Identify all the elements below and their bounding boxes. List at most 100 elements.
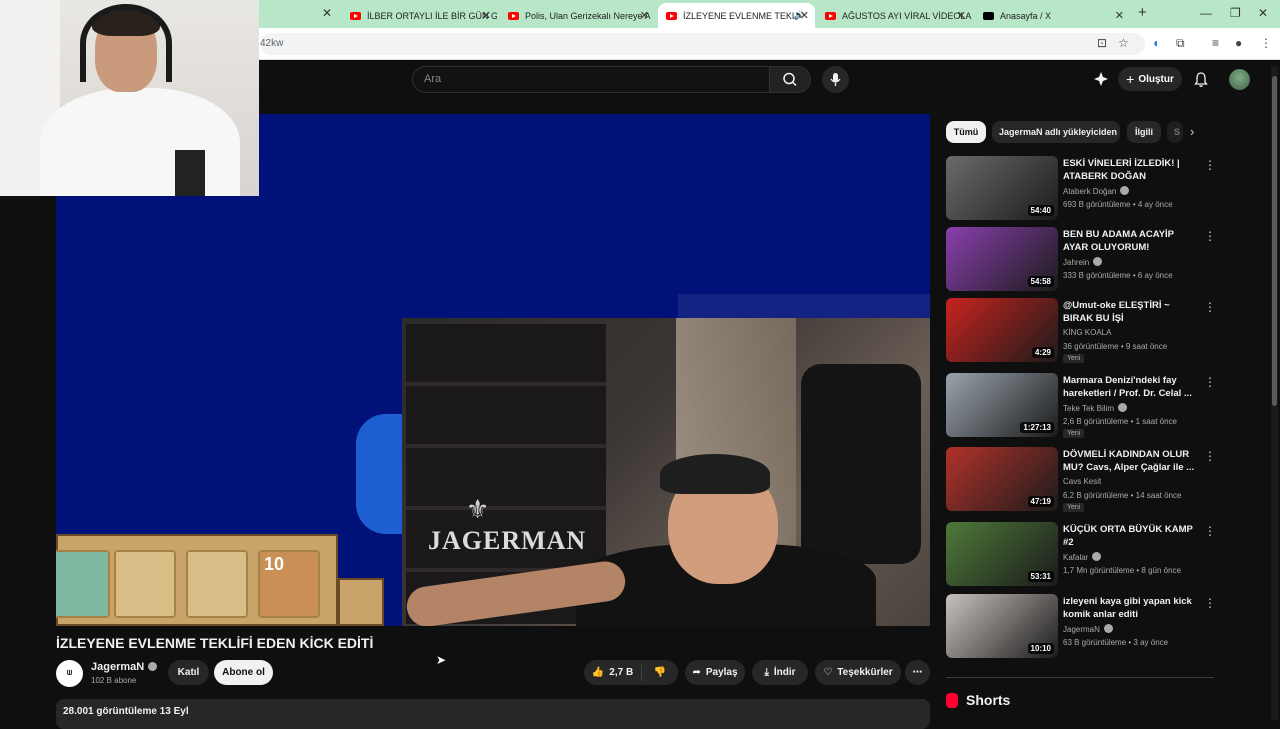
recommendation-item[interactable]: 54:58 BEN BU ADAMA ACAYİP AYAR OLUYORUM! … [946,227,1216,295]
recommendation-title[interactable]: izleyeni kaya gibi yapan kick komik anla… [1063,595,1198,621]
recommendation-title[interactable]: BEN BU ADAMA ACAYİP AYAR OLUYORUM! @Ebon… [1063,228,1198,255]
video-thumbnail[interactable]: 54:58 [946,227,1058,291]
youtube-icon [508,11,519,20]
dislike-button[interactable]: 👎 [642,667,678,678]
chip-all[interactable]: Tümü [946,121,986,143]
more-vertical-icon[interactable]: ⋮ [1204,449,1216,463]
recommendation-channel[interactable]: Teke Tek Bilim [1063,403,1127,413]
channel-watermark: JAGERMAN [428,526,587,555]
chip-partial[interactable]: S [1167,121,1183,143]
recommendation-title[interactable]: KÜÇÜK ORTA BÜYÜK KAMP #2 [1063,523,1198,549]
verified-icon [1117,403,1127,412]
recommendation-item[interactable]: 1:27:13 Marmara Denizi'ndeki fay hareketl… [946,373,1216,441]
url-field[interactable] [260,33,1145,55]
recommendation-channel[interactable]: Ataberk Doğan [1063,186,1130,196]
subscribe-button[interactable]: Abone ol [214,660,273,685]
more-vertical-icon[interactable]: ⋮ [1204,158,1216,172]
video-thumbnail[interactable]: 53:31 [946,522,1058,586]
chip-from-uploader[interactable]: JagermaN adlı yükleyiciden [992,121,1120,143]
recommendation-channel[interactable]: JagermaN [1063,624,1113,634]
more-vertical-icon[interactable]: ⋮ [1204,524,1216,538]
close-window-icon[interactable]: ✕ [1258,6,1268,20]
youtube-icon [666,11,677,20]
views-and-date: 28.001 görüntüleme 13 Eyl [63,706,189,717]
audio-icon[interactable]: ◖ [1152,36,1159,50]
profile-icon[interactable]: ● [1235,36,1242,50]
close-icon[interactable]: ✕ [800,9,809,22]
channel-name-row[interactable]: JagermaN [91,661,158,673]
more-vertical-icon[interactable]: ⋮ [1204,596,1216,610]
close-icon[interactable]: ✕ [957,9,966,22]
video-duration: 47:19 [1027,496,1054,507]
download-label: İndir [773,667,796,678]
close-icon[interactable]: ✕ [482,9,491,22]
chevron-right-icon[interactable]: › [1190,124,1194,139]
more-vertical-icon[interactable]: ⋮ [1204,300,1216,314]
user-avatar[interactable] [1229,69,1250,90]
voice-search-button[interactable] [822,66,849,93]
video-thumbnail[interactable]: 47:19 [946,447,1058,511]
recommendation-title[interactable]: Marmara Denizi'ndeki fay hareketleri / P… [1063,374,1198,400]
video-thumbnail[interactable]: 1:27:13 [946,373,1058,437]
browser-tab-4[interactable]: AĞUSTOS AYI VİRAL VİDEOLAR ✕ [817,3,972,28]
recommendation-channel[interactable]: Jahrein [1063,257,1103,267]
verified-icon [148,662,158,671]
menu-icon[interactable]: ⋮ [1260,36,1272,50]
minimize-icon[interactable]: — [1200,6,1212,20]
recommendation-item[interactable]: 47:19 DÖVMELİ KADINDAN OLUR MU? Cavs, Alp… [946,447,1216,515]
webcam-overlay [0,0,259,196]
recommendation-title[interactable]: ESKİ VİNELERİ İZLEDİK! | ATABERK DOĞAN [1063,157,1198,183]
browser-tab-1[interactable]: İLBER ORTAYLI İLE BİR GÜN GE ✕ [342,3,497,28]
more-vertical-icon[interactable]: ⋮ [1204,375,1216,389]
share-button[interactable]: ➦ Paylaş [685,660,745,685]
new-tab-icon[interactable]: + [1138,4,1147,21]
bell-icon[interactable] [1193,71,1209,88]
recommendation-item[interactable]: 53:31 KÜÇÜK ORTA BÜYÜK KAMP #2 Kafalar 1,7 … [946,522,1216,590]
channel-name: Kafalar [1063,553,1089,562]
close-icon[interactable]: ✕ [1115,9,1124,22]
channel-avatar[interactable]: ᗯ [56,660,83,687]
verified-icon [1120,186,1130,195]
video-thumbnail[interactable]: 54:40 [946,156,1058,220]
new-badge: Yeni [1063,354,1085,363]
recommendation-meta: 36 görüntüleme • 9 saat önce [1063,342,1168,351]
video-duration: 1:27:13 [1020,422,1054,433]
close-icon[interactable]: ✕ [322,6,332,20]
scrollbar-thumb[interactable] [1272,76,1277,406]
recommendation-item[interactable]: 54:40 ESKİ VİNELERİ İZLEDİK! | ATABERK DO… [946,156,1216,224]
recommendation-title[interactable]: @Umut-oke ELEŞTİRİ ~ BIRAK BU İŞİ [1063,299,1198,325]
join-button[interactable]: Katıl [168,660,209,685]
download-button[interactable]: ⤓ İndir [752,660,808,685]
browser-tab-active[interactable]: İZLEYENE EVLENME TEKLİF 🔊 ✕ [658,3,815,28]
search-button[interactable] [769,66,811,93]
install-icon[interactable]: ⊡ [1097,36,1107,50]
recommendation-item[interactable]: 4:29 @Umut-oke ELEŞTİRİ ~ BIRAK BU İŞİ KİN… [946,298,1216,366]
chip-related[interactable]: İlgili [1127,121,1161,143]
recommendation-channel[interactable]: Kafalar [1063,552,1102,562]
video-thumbnail[interactable]: 4:29 [946,298,1058,362]
video-duration: 54:40 [1027,205,1054,216]
recommendation-channel[interactable]: KİNG KOALA [1063,328,1111,337]
restore-icon[interactable]: ❐ [1230,6,1241,20]
more-actions-button[interactable]: ⋯ [905,660,930,685]
browser-tab-5[interactable]: Anasayfa / X ✕ [975,3,1130,28]
close-icon[interactable]: ✕ [640,9,649,22]
recommendation-item[interactable]: 10:10 izleyeni kaya gibi yapan kick komik… [946,594,1216,662]
video-duration: 54:58 [1027,276,1054,287]
cast-sparkle-icon[interactable] [1093,71,1109,87]
search-input[interactable] [412,66,770,93]
recommendation-title[interactable]: DÖVMELİ KADINDAN OLUR MU? Cavs, Alper Ça… [1063,448,1198,474]
video-thumbnail[interactable]: 10:10 [946,594,1058,658]
thanks-button[interactable]: ♡ Teşekkürler [815,660,901,685]
browser-tab-2[interactable]: Polis, Ulan Gerizekalı Nereye A ✕ [500,3,655,28]
chip-label: S [1174,127,1181,137]
like-button[interactable]: 👍 2,7 B [584,664,642,681]
game-hotbar: 10 [56,534,338,626]
media-icon[interactable]: ≡ [1212,36,1219,50]
bookmark-star-icon[interactable]: ☆ [1118,36,1129,50]
webcam-person-shirt [40,88,240,196]
more-vertical-icon[interactable]: ⋮ [1204,229,1216,243]
recommendation-channel[interactable]: Cavs Kesit [1063,477,1101,486]
extensions-icon[interactable]: ⧉ [1176,36,1185,51]
create-button[interactable]: + Oluştur [1118,67,1182,91]
